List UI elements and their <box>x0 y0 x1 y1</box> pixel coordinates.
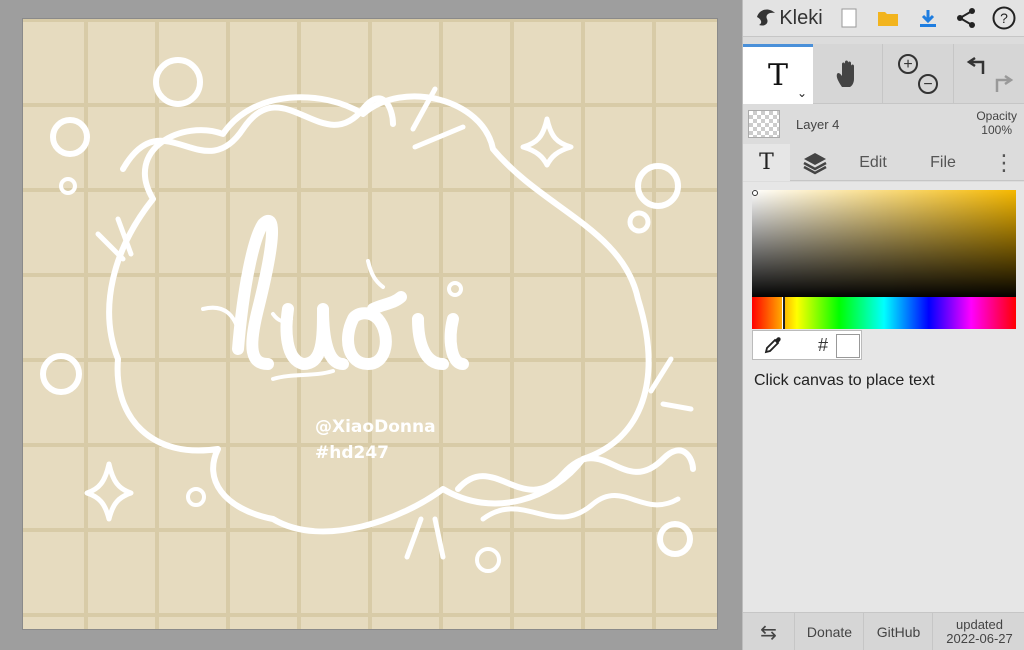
panel-tabs: T Edit File ⋮ <box>743 144 1024 181</box>
eyedropper-button[interactable] <box>753 331 793 359</box>
new-file-icon <box>841 8 857 28</box>
color-saturation-picker[interactable] <box>752 190 1016 298</box>
tab-edit[interactable]: Edit <box>843 144 903 181</box>
share-button[interactable] <box>951 4 981 32</box>
current-layer-row[interactable]: Layer 4 Opacity 100% <box>743 104 1024 144</box>
tool-row: T ⌄ + − <box>743 44 1024 104</box>
zoom-out-icon[interactable]: − <box>917 74 938 94</box>
text-tool-button[interactable]: T ⌄ <box>743 44 813 104</box>
layers-icon <box>803 152 827 174</box>
layer-thumbnail[interactable] <box>748 110 780 138</box>
bottom-bar: ⇆ Donate GitHub updated 2022-06-27 <box>743 612 1024 650</box>
app-name: Kleki <box>779 6 823 29</box>
kleki-logo[interactable]: Kleki <box>747 4 831 32</box>
open-file-button[interactable] <box>873 4 903 32</box>
redo-icon[interactable] <box>995 74 1014 92</box>
artist-handle: @XiaoDonna <box>315 417 436 437</box>
text-tool-hint: Click canvas to place text <box>754 372 935 389</box>
swap-side-button[interactable]: ⇆ <box>743 613 795 650</box>
sidebar: Kleki ? T ⌄ + − Layer 4 Opacity 100% T E… <box>742 0 1024 650</box>
undo-icon[interactable] <box>966 56 985 74</box>
tab-file[interactable]: File <box>913 144 973 181</box>
tab-text-tool[interactable]: T <box>743 144 790 181</box>
undo-redo-icons <box>966 56 1014 92</box>
hue-slider-handle[interactable] <box>782 297 785 329</box>
artwork-strokes <box>40 57 696 573</box>
canvas-area[interactable]: @XiaoDonna #hd247 <box>0 0 742 650</box>
kleki-logo-icon <box>757 9 776 26</box>
layer-opacity[interactable]: Opacity 100% <box>976 109 1017 137</box>
tab-layers[interactable] <box>791 144 839 181</box>
text-tool-panel: # Click canvas to place text <box>743 182 1024 612</box>
artist-hashtag: #hd247 <box>315 443 390 463</box>
svg-text:+: + <box>903 56 912 73</box>
hand-tool-button[interactable] <box>813 44 883 104</box>
updated-date: 2022-06-27 <box>946 631 1013 646</box>
eyedropper-icon <box>764 337 781 354</box>
top-toolbar: Kleki ? <box>743 0 1024 37</box>
opacity-value: 100% <box>981 123 1012 137</box>
github-link[interactable]: GitHub <box>865 613 933 650</box>
drawing-canvas[interactable]: @XiaoDonna #hd247 <box>22 18 718 630</box>
zoom-controls: + − <box>884 44 954 104</box>
saturation-handle[interactable] <box>752 190 758 196</box>
more-menu-icon[interactable]: ⋮ <box>989 144 1019 181</box>
current-color-swatch[interactable] <box>836 334 860 358</box>
help-icon: ? <box>992 6 1016 30</box>
changelog-link[interactable]: updated 2022-06-27 <box>934 613 1024 650</box>
updated-label: updated <box>956 617 1003 632</box>
share-icon <box>957 8 975 28</box>
zoom-in-icon[interactable]: + <box>897 54 918 74</box>
download-button[interactable] <box>913 4 943 32</box>
chevron-down-icon[interactable]: ⌄ <box>797 86 807 100</box>
open-folder-icon <box>878 12 898 26</box>
new-file-button[interactable] <box>835 4 863 32</box>
text-tool-icon: T <box>767 58 788 93</box>
text-tab-icon: T <box>759 150 774 175</box>
donate-link[interactable]: Donate <box>796 613 864 650</box>
download-icon <box>920 10 936 27</box>
hue-slider[interactable] <box>752 297 1016 329</box>
help-button[interactable]: ? <box>989 4 1019 32</box>
svg-text:−: − <box>923 76 932 93</box>
zoom-icons: + − <box>897 54 938 94</box>
opacity-label: Opacity <box>976 109 1017 123</box>
hand-icon <box>836 60 854 87</box>
undo-redo-controls <box>955 44 1024 104</box>
svg-text:?: ? <box>1000 10 1008 26</box>
layer-name: Layer 4 <box>796 117 840 132</box>
